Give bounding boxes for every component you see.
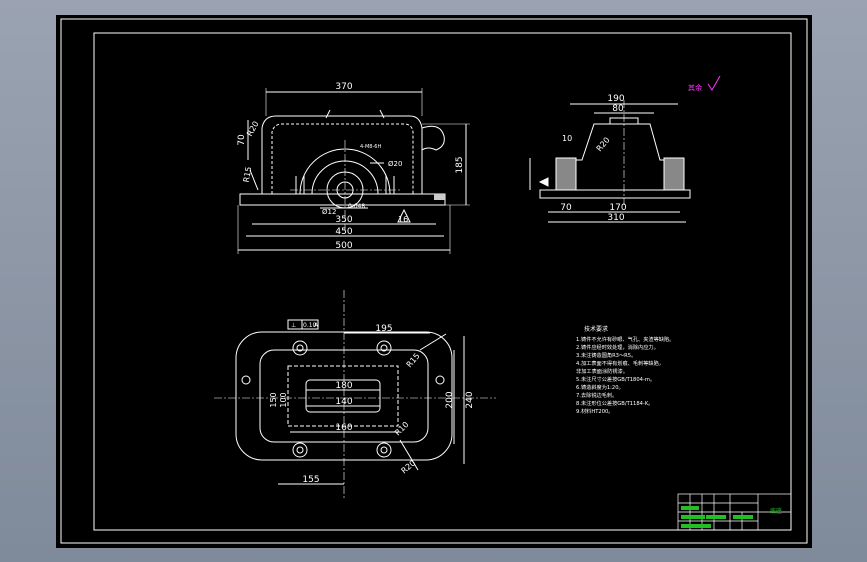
dim-dia20-front: Ø20 — [388, 160, 402, 168]
notes-line-2: 2.铸件应经时效处理，消除内应力。 — [576, 343, 659, 351]
dim-tol-front: 0.048 — [348, 203, 365, 210]
dim-450: 450 — [335, 227, 352, 237]
title-green-3 — [706, 515, 726, 519]
notes-line-7: 6.铸造斜度为1:20。 — [576, 383, 624, 391]
dim-185: 185 — [455, 156, 465, 173]
roughness-note-text: 其余 — [688, 83, 702, 92]
dim-dia12-front: Ø12 — [322, 208, 336, 216]
dim-500: 500 — [335, 241, 352, 251]
title-block-label: 底座 — [770, 507, 782, 515]
dim-160: 160 — [335, 423, 352, 433]
cad-canvas: 370 350 450 500 185 70 R20 R15 Ø20 Ø12 0… — [56, 15, 812, 548]
dim-180: 180 — [335, 381, 352, 391]
notes-title: 技术要求 — [584, 325, 608, 333]
dim-240: 240 — [465, 391, 475, 408]
dim-350: 350 — [335, 215, 352, 225]
dim-190: 190 — [607, 94, 624, 104]
title-green-5 — [733, 515, 753, 519]
dim-200: 200 — [445, 391, 455, 408]
dim-10-side: 10 — [562, 134, 572, 143]
dim-370: 370 — [335, 82, 352, 92]
dim-70: 70 — [237, 134, 247, 146]
title-green-1 — [681, 506, 699, 510]
side-hatch-left — [555, 157, 577, 191]
dim-80: 80 — [612, 104, 624, 114]
drawing-sheet — [56, 15, 812, 548]
notes-line-6: 5.未注尺寸公差按GB/T1804-m。 — [576, 375, 655, 383]
dim-150: 150 — [269, 392, 278, 407]
notes-line-5: 非加工表面涂防锈漆。 — [576, 367, 628, 375]
top-tol-symbol: ⊥ — [291, 322, 296, 329]
dim-195: 195 — [375, 324, 392, 334]
title-green-4 — [681, 524, 711, 528]
dim-170: 170 — [609, 203, 626, 213]
dim-155: 155 — [302, 475, 319, 485]
front-roughness-value: 16 — [398, 215, 408, 224]
notes-line-9: 8.未注形位公差按GB/T1184-K。 — [576, 399, 653, 407]
front-thread-note: 4-M8-6H — [360, 144, 381, 150]
dim-100: 100 — [279, 392, 288, 407]
notes-line-4: 4.加工表面不得有划痕、毛刺等缺陷， — [576, 359, 664, 367]
side-hatch-right — [663, 157, 685, 191]
dim-140: 140 — [335, 397, 352, 407]
dim-310: 310 — [607, 213, 624, 223]
notes-line-3: 3.未注铸造圆角R3～R5。 — [576, 351, 636, 359]
dim-70-side: 70 — [560, 203, 572, 213]
notes-line-10: 9.材料HT200。 — [576, 407, 613, 415]
notes-line-8: 7.去除锐边毛刺。 — [576, 391, 617, 399]
title-green-2 — [681, 515, 705, 519]
notes-line-1: 1.铸件不允许有砂眼、气孔、夹渣等缺陷。 — [576, 335, 674, 343]
front-hatch — [434, 194, 445, 200]
